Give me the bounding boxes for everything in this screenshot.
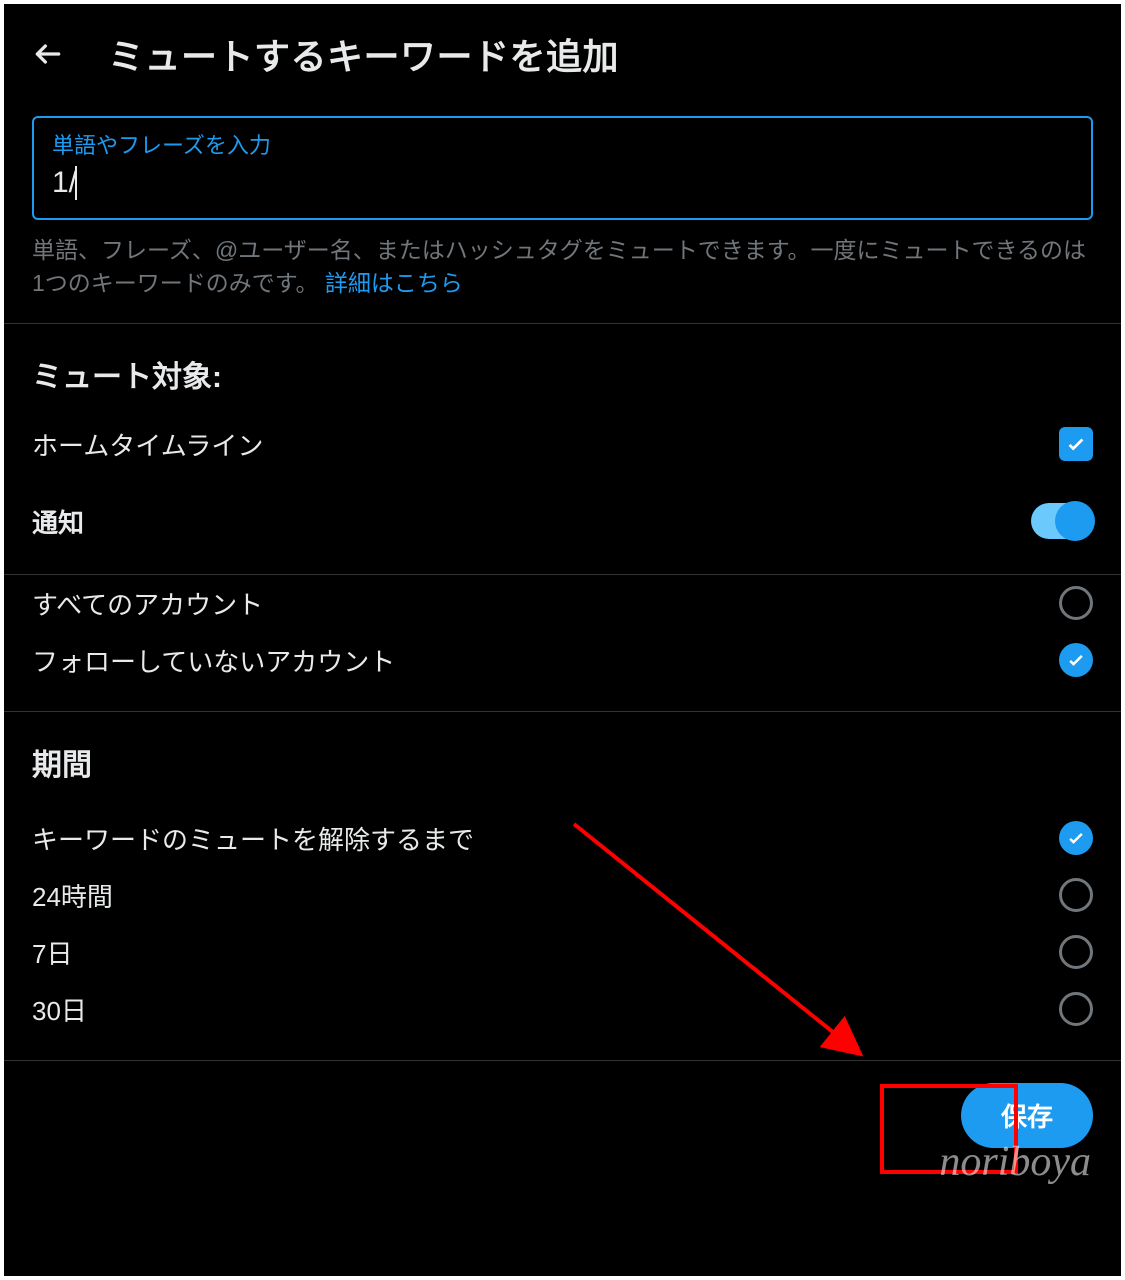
row-duration-forever[interactable]: キーワードのミュートを解除するまで [4,794,1121,867]
row-label: 7日 [32,934,72,971]
helper-text-body: 単語、フレーズ、@ユーザー名、またはハッシュタグをミュートできます。一度にミュー… [32,237,1086,296]
radio-duration-30d[interactable] [1059,992,1093,1026]
keyword-input[interactable]: 1/ [52,166,1073,200]
back-button[interactable] [28,34,68,74]
keyword-input-value: 1/ [52,166,77,200]
duration-title: 期間 [4,712,1121,794]
app-screen: ミュートするキーワードを追加 単語やフレーズを入力 1/ 単語、フレーズ、@ユー… [4,4,1121,1276]
radio-all-accounts[interactable] [1059,586,1093,620]
save-button[interactable]: 保存 [961,1083,1093,1148]
row-home-timeline[interactable]: ホームタイムライン [4,406,1121,483]
row-notifications[interactable]: 通知 [4,483,1121,560]
row-label: すべてのアカウント [32,585,263,622]
footer: 保存 [4,1061,1121,1170]
mute-from-title: ミュート対象: [4,324,1121,406]
check-icon [1066,650,1086,670]
toggle-notifications[interactable] [1031,503,1093,539]
row-label: キーワードのミュートを解除するまで [32,820,474,857]
row-label: ホームタイムライン [32,426,263,463]
helper-text: 単語、フレーズ、@ユーザー名、またはハッシュタグをミュートできます。一度にミュー… [32,234,1093,301]
arrow-left-icon [32,38,64,70]
radio-duration-24h[interactable] [1059,878,1093,912]
header: ミュートするキーワードを追加 [4,4,1121,104]
keyword-input-wrapper[interactable]: 単語やフレーズを入力 1/ [32,116,1093,220]
row-label: 通知 [32,503,84,540]
row-label: 30日 [32,991,87,1028]
text-caret [75,166,77,200]
radio-duration-forever[interactable] [1059,821,1093,855]
radio-duration-7d[interactable] [1059,935,1093,969]
checkbox-home-timeline[interactable] [1059,427,1093,461]
check-icon [1066,828,1086,848]
row-label: フォローしていないアカウント [32,642,395,679]
row-duration-24h[interactable]: 24時間 [4,867,1121,924]
row-all-accounts[interactable]: すべてのアカウント [4,575,1121,632]
row-label: 24時間 [32,877,113,914]
row-duration-30d[interactable]: 30日 [4,981,1121,1038]
row-not-followed[interactable]: フォローしていないアカウント [4,632,1121,689]
learn-more-link[interactable]: 詳細はこちら [325,270,463,296]
page-title: ミュートするキーワードを追加 [108,28,619,80]
row-duration-7d[interactable]: 7日 [4,924,1121,981]
keyword-input-label: 単語やフレーズを入力 [52,128,1073,160]
keyword-input-block: 単語やフレーズを入力 1/ 単語、フレーズ、@ユーザー名、またはハッシュタグをミ… [4,116,1121,301]
radio-not-followed[interactable] [1059,643,1093,677]
toggle-knob [1055,501,1095,541]
check-icon [1065,433,1087,455]
